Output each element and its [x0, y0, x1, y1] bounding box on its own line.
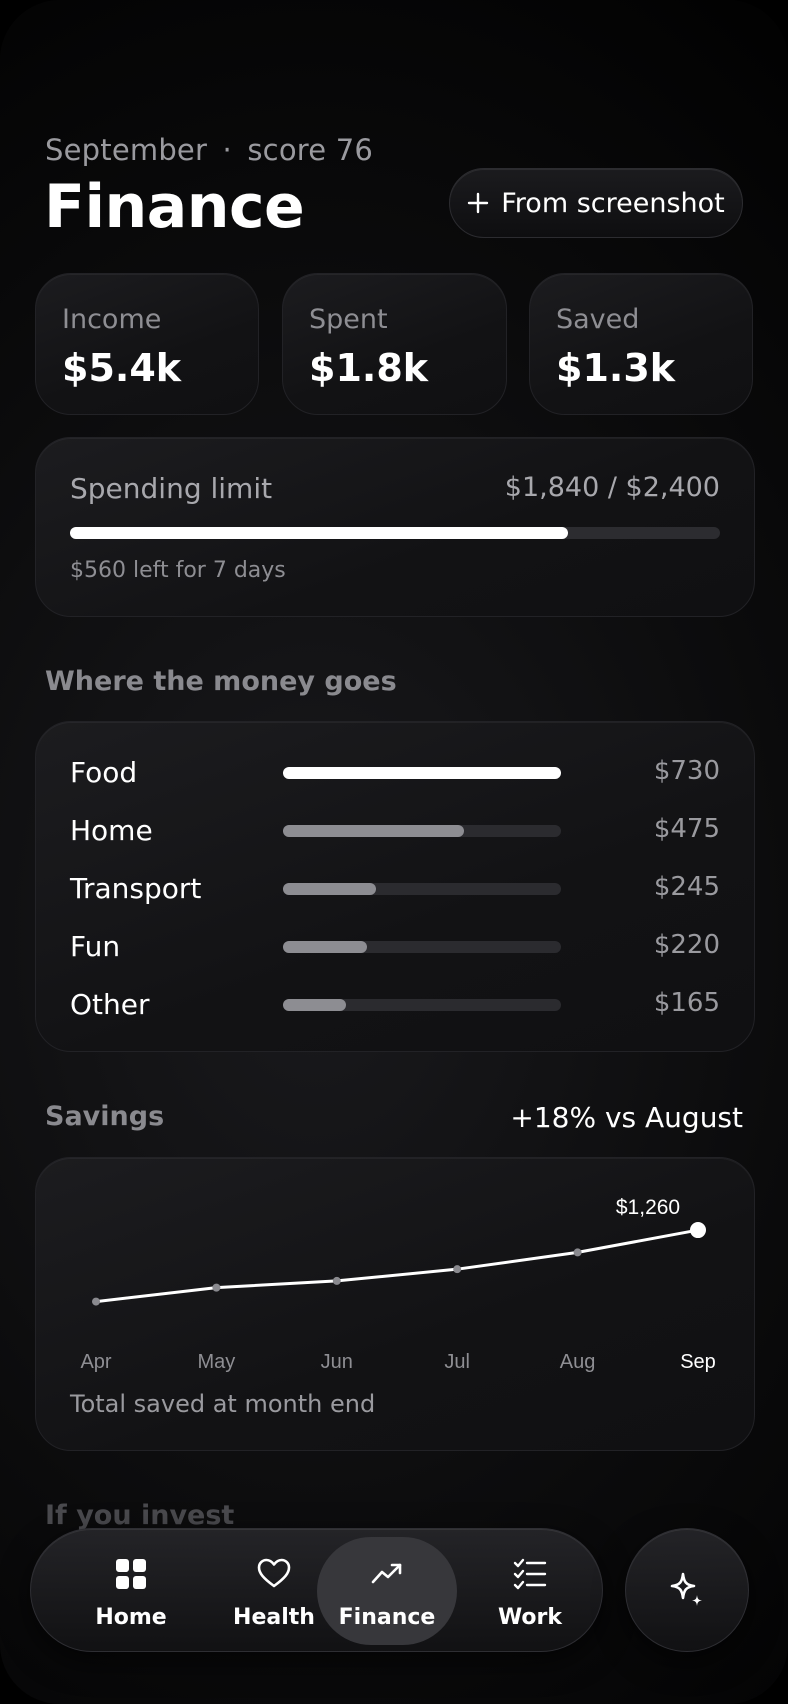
- x-tick-label-may: May: [198, 1351, 236, 1373]
- category-name: Other: [70, 988, 150, 1021]
- category-amount: $730: [653, 756, 720, 786]
- nav-label-work: Work: [497, 1605, 563, 1630]
- category-name: Transport: [70, 872, 202, 905]
- category-bar-fill: [283, 883, 377, 895]
- ai-assistant-button[interactable]: [625, 1528, 749, 1652]
- category-bar-track: [283, 825, 561, 837]
- category-name: Fun: [70, 930, 121, 963]
- income-value: $5.4k: [62, 346, 182, 390]
- saved-label: Saved: [556, 304, 640, 335]
- category-row-fun[interactable]: Fun $220: [36, 918, 756, 976]
- categories-card: Food $730 Home $475 Transport $245 Fun $…: [35, 721, 755, 1052]
- savings-chart-note: Total saved at month end: [70, 1390, 376, 1418]
- nav-item-finance[interactable]: Finance: [317, 1537, 457, 1645]
- spending-limit-note: $560 left for 7 days: [70, 558, 286, 583]
- sparkle-icon: [670, 1572, 702, 1606]
- trend-up-icon: [371, 1563, 402, 1584]
- category-amount: $475: [653, 814, 720, 844]
- category-bar-fill: [283, 767, 561, 779]
- x-tick-label-jul: Jul: [444, 1351, 470, 1373]
- nav-label-finance: Finance: [338, 1605, 436, 1630]
- nav-item-work[interactable]: Work: [460, 1537, 600, 1645]
- from-screenshot-button[interactable]: From screenshot: [449, 168, 743, 238]
- spending-limit-label: Spending limit: [70, 472, 273, 505]
- category-bar-fill: [283, 825, 464, 837]
- spending-limit-progress: [70, 527, 720, 539]
- grid-icon: [116, 1559, 146, 1589]
- plus-icon: [468, 192, 489, 214]
- savings-delta: +18% vs August: [510, 1101, 743, 1134]
- savings-point-may: [212, 1283, 221, 1292]
- header-subtitle: September · score 76: [45, 133, 373, 167]
- app-screen: September · score 76 Finance From screen…: [0, 0, 788, 1704]
- savings-point-jul: [453, 1265, 462, 1274]
- category-bar-track: [283, 767, 561, 779]
- heart-icon: [257, 1558, 291, 1588]
- savings-chart-card: Apr May Jun Jul Aug Sep $1,260 Total saved at …: [35, 1157, 755, 1451]
- x-tick-label-aug: Aug: [560, 1351, 596, 1373]
- month-label: September: [45, 133, 208, 167]
- category-bar-track: [283, 941, 561, 953]
- spending-limit-progress-fill: [70, 527, 569, 539]
- from-screenshot-label: From screenshot: [501, 187, 725, 219]
- category-amount: $165: [653, 988, 720, 1018]
- category-row-home[interactable]: Home $475: [36, 802, 756, 860]
- category-amount: $220: [653, 930, 720, 960]
- category-name: Home: [70, 814, 153, 847]
- separator-dot: ·: [222, 133, 232, 167]
- spent-value: $1.8k: [309, 346, 429, 390]
- category-bar-track: [283, 883, 561, 895]
- page-title: Finance: [44, 172, 305, 242]
- savings-line-chart: Apr May Jun Jul Aug Sep $1,260: [80, 1196, 716, 1373]
- income-card[interactable]: Income $5.4k: [35, 273, 259, 415]
- category-bar-fill: [283, 999, 346, 1011]
- category-name: Food: [70, 756, 138, 789]
- savings-point-jun: [332, 1276, 341, 1285]
- income-label: Income: [62, 304, 162, 335]
- x-tick-label-apr: Apr: [80, 1351, 111, 1373]
- saved-value: $1.3k: [556, 346, 676, 390]
- spending-limit-value: $1,840 / $2,400: [504, 472, 720, 503]
- x-tick-label-jun: Jun: [321, 1351, 353, 1373]
- nav-item-home[interactable]: Home: [61, 1537, 201, 1645]
- categories-section-title: Where the money goes: [45, 666, 397, 697]
- score-label: score 76: [247, 133, 374, 167]
- bottom-nav: Home Health Finance Work: [30, 1528, 603, 1652]
- savings-point-apr: [92, 1297, 100, 1306]
- checklist-icon: [513, 1558, 547, 1590]
- x-tick-label-sep: Sep: [680, 1351, 716, 1373]
- savings-highlight-label: $1,260: [616, 1196, 680, 1219]
- saved-card[interactable]: Saved $1.3k: [529, 273, 753, 415]
- category-row-food[interactable]: Food $730: [36, 744, 756, 802]
- category-amount: $245: [653, 872, 720, 902]
- savings-series-line: [95, 1228, 699, 1304]
- category-row-other[interactable]: Other $165: [36, 976, 756, 1034]
- nav-label-home: Home: [95, 1605, 167, 1630]
- savings-section-title: Savings: [45, 1101, 165, 1132]
- spending-limit-card[interactable]: Spending limit $1,840 / $2,400 $560 left…: [35, 437, 755, 617]
- savings-point-aug: [573, 1248, 582, 1257]
- category-row-transport[interactable]: Transport $245: [36, 860, 756, 918]
- category-bar-fill: [283, 941, 367, 953]
- spent-card[interactable]: Spent $1.8k: [282, 273, 507, 415]
- invest-section-title: If you invest: [45, 1500, 235, 1531]
- category-bar-track: [283, 999, 561, 1011]
- spent-label: Spent: [309, 304, 388, 335]
- savings-point-sep: [690, 1222, 706, 1239]
